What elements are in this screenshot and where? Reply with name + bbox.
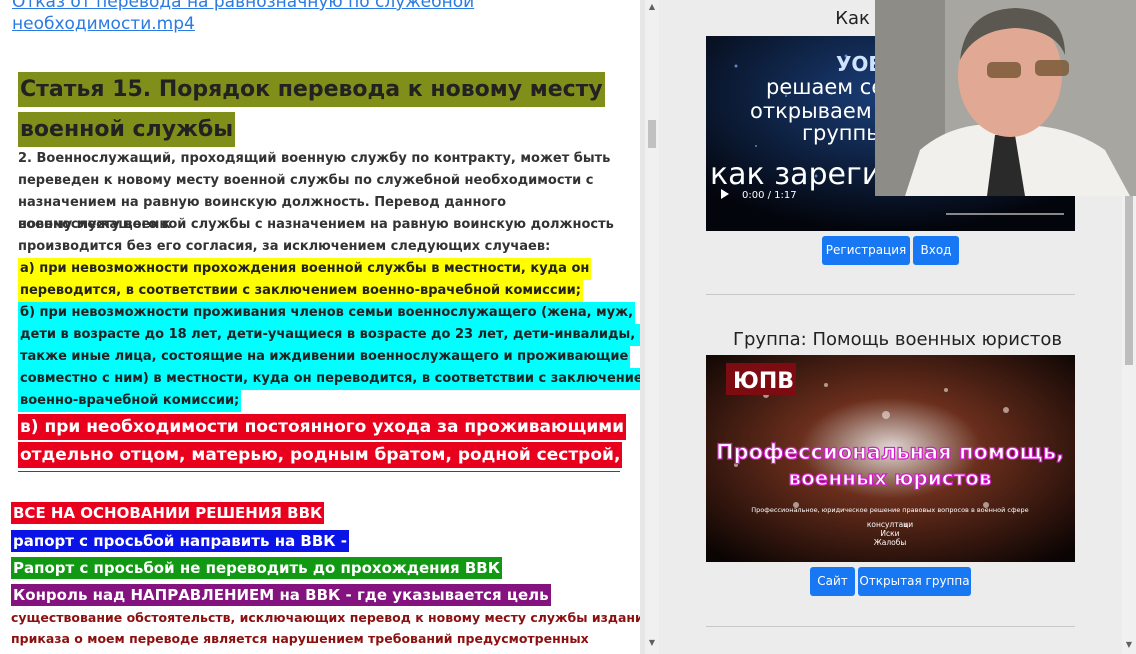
item-b-line: также иные лица, состоящие на иждивении … [18, 346, 631, 368]
banner-headline: военных юристов [788, 466, 991, 490]
closing-line: приказа о моем переводе является нарушен… [11, 631, 589, 646]
item-b-line: военно-врачебной комиссии; [18, 390, 242, 412]
tag-report-vvk: рапорт с просьбой направить на ВВК - [11, 530, 349, 552]
item-b-line: совместно с ним) в местности, куда он пе… [18, 368, 642, 390]
item-a-line: а) при невозможности прохождения военной… [18, 258, 592, 280]
video-text-line: группь [802, 121, 879, 145]
webcam-overlay [875, 0, 1136, 196]
site-button[interactable]: Сайт [810, 567, 855, 596]
banner-headline: Профессиональная помощь, [716, 440, 1064, 464]
tag-control: Конроль над НАПРАВЛЕНИЕМ на ВВК - где ук… [11, 584, 551, 606]
register-button[interactable]: Регистрация [822, 236, 910, 265]
video-text-line: решаем се [766, 75, 884, 99]
scroll-up-icon[interactable]: ▲ [647, 2, 657, 12]
tag-vvk-decision: ВСЕ НА ОСНОВАНИИ РЕШЕНИЯ ВВК [11, 502, 325, 524]
video-text-line: как зарегис [710, 157, 898, 192]
paragraph-line: переведен к новому месту военной службы … [18, 173, 594, 188]
scroll-thumb[interactable] [1125, 195, 1133, 365]
badge-text: ЮПВ [733, 369, 794, 394]
progress-bar[interactable] [946, 213, 1064, 215]
item-b-line: дети в возрасте до 18 лет, дети-учащиеся… [18, 324, 642, 346]
item-c-line: отдельно отцом, матерью, родным братом, … [18, 442, 623, 468]
separator [706, 626, 1075, 627]
video-time: 0:00 / 1:17 [742, 190, 797, 201]
article-title: Статья 15. Порядок перевода к новому мес… [18, 72, 605, 107]
scroll-thumb[interactable] [648, 120, 656, 148]
divider-line [18, 471, 620, 472]
banner-image: ЮПВ Профессиональная помощь, военных юри… [706, 355, 1075, 562]
section-title-group: Группа: Помощь военных юристов [733, 329, 1062, 350]
tag-no-transfer: Рапорт с просьбой не переводить до прохо… [11, 557, 502, 579]
scroll-down-icon[interactable]: ▼ [1124, 640, 1134, 650]
banner-item: Иски [880, 529, 899, 538]
video-text-line: открываем с [750, 99, 890, 123]
banner-item: консултаци [867, 520, 913, 529]
document-pane: Отказ от перевода на равнозначную по слу… [0, 0, 642, 654]
item-a-line: переводится, в соответствии с заключение… [18, 280, 583, 302]
video-file-link[interactable]: Отказ от перевода на равнозначную по слу… [12, 0, 474, 12]
login-button[interactable]: Вход [913, 236, 959, 265]
group-banner[interactable]: ЮПВ Профессиональная помощь, военных юри… [706, 355, 1075, 562]
article-title-cont: военной службы [18, 112, 236, 147]
paragraph-line: производится без его согласия, за исключ… [18, 239, 551, 254]
scroll-down-icon[interactable]: ▼ [647, 638, 657, 648]
separator [706, 294, 1075, 295]
banner-item: Жалобы [874, 538, 907, 547]
paragraph-line: 2. Военнослужащий, проходящий военную сл… [18, 151, 611, 166]
open-group-button[interactable]: Открытая группа [858, 567, 971, 596]
video-file-link-cont[interactable]: необходимости.mp4 [12, 14, 195, 34]
item-c-line: в) при необходимости постоянного ухода з… [18, 414, 627, 440]
closing-line: существование обстоятельств, исключающих… [11, 610, 642, 625]
banner-subline: Профессиональное, юридическое решение пр… [751, 506, 1028, 514]
left-scrollbar[interactable]: ▲ ▼ [645, 0, 659, 654]
presenter-image [875, 0, 1136, 196]
paragraph-line: новому месту военной службы с назначение… [18, 217, 614, 232]
item-b-line: б) при невозможности проживания членов с… [18, 302, 636, 324]
